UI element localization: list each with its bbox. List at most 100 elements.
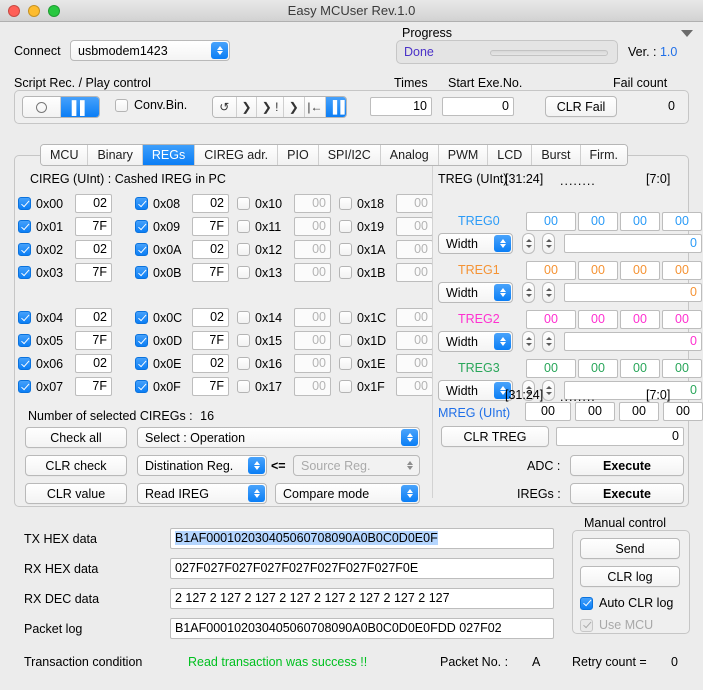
cireg-value-input-0x03[interactable]: 7F xyxy=(75,263,112,282)
treg-width-select-treg1[interactable]: Width xyxy=(438,282,513,303)
playback-segmented-control[interactable]: ↺ ❯ ❯ ! ❯ |← ▐▐ xyxy=(212,96,347,118)
window-controls[interactable] xyxy=(8,4,60,17)
cireg-checkbox-0x11[interactable] xyxy=(237,220,250,233)
cireg-checkbox-0x1C[interactable] xyxy=(339,311,352,324)
data-field-input-0[interactable]: B1AF000102030405060708090A0B0C0D0E0F xyxy=(170,528,554,549)
cireg-checkbox-0x0E[interactable] xyxy=(135,357,148,370)
serial-port-select[interactable]: usbmodem1423 xyxy=(70,40,230,61)
clr-check-button[interactable]: CLR check xyxy=(25,455,127,476)
treg-byte-treg0-2[interactable]: 00 xyxy=(620,212,660,231)
cireg-value-input-0x04[interactable]: 02 xyxy=(75,308,112,327)
cireg-value-input-0x12[interactable]: 00 xyxy=(294,240,331,259)
rewind-button[interactable]: |← xyxy=(304,97,327,117)
mreg-byte-0[interactable]: 00 xyxy=(525,402,571,421)
treg-byte-treg2-2[interactable]: 00 xyxy=(620,310,660,329)
treg-byte-treg0-0[interactable]: 00 xyxy=(526,212,576,231)
cireg-checkbox-0x06[interactable] xyxy=(18,357,31,370)
cireg-value-input-0x13[interactable]: 00 xyxy=(294,263,331,282)
operation-select[interactable]: Select : Operation xyxy=(137,427,420,448)
cireg-value-input-0x01[interactable]: 7F xyxy=(75,217,112,236)
tab-firm[interactable]: Firm. xyxy=(580,145,627,165)
treg-byte-treg2-1[interactable]: 00 xyxy=(578,310,618,329)
treg-stepper-treg3-1[interactable] xyxy=(542,380,555,401)
tab-mcu[interactable]: MCU xyxy=(41,145,89,165)
close-button[interactable] xyxy=(8,4,20,17)
send-button[interactable]: Send xyxy=(580,538,680,559)
cireg-value-input-0x1E[interactable]: 00 xyxy=(396,354,433,373)
cireg-checkbox-0x1B[interactable] xyxy=(339,266,352,279)
treg-byte-treg1-3[interactable]: 00 xyxy=(662,261,702,280)
cireg-value-input-0x09[interactable]: 7F xyxy=(192,217,229,236)
cireg-value-input-0x05[interactable]: 7F xyxy=(75,331,112,350)
tab-regs[interactable]: REGs xyxy=(142,145,196,165)
treg-width-select-treg3[interactable]: Width xyxy=(438,380,513,401)
cireg-checkbox-0x13[interactable] xyxy=(237,266,250,279)
loop-button[interactable]: ↺ xyxy=(213,97,237,117)
record-segmented-control[interactable]: ▌▌ xyxy=(22,96,100,118)
tab-binary[interactable]: Binary xyxy=(88,145,143,165)
cireg-value-input-0x15[interactable]: 00 xyxy=(294,331,331,350)
cireg-value-input-0x1A[interactable]: 00 xyxy=(396,240,433,259)
mreg-byte-1[interactable]: 00 xyxy=(575,402,615,421)
cireg-checkbox-0x1F[interactable] xyxy=(339,380,352,393)
cireg-value-input-0x14[interactable]: 00 xyxy=(294,308,331,327)
cireg-value-input-0x0B[interactable]: 7F xyxy=(192,263,229,282)
cireg-checkbox-0x14[interactable] xyxy=(237,311,250,324)
cireg-checkbox-0x1E[interactable] xyxy=(339,357,352,370)
cireg-checkbox-0x03[interactable] xyxy=(18,266,31,279)
treg-byte-treg3-3[interactable]: 00 xyxy=(662,359,702,378)
cireg-checkbox-0x10[interactable] xyxy=(237,197,250,210)
treg-stepper-treg2-0[interactable] xyxy=(522,331,535,352)
conv-bin-checkbox-row[interactable]: Conv.Bin. xyxy=(115,98,187,112)
play-button[interactable]: ❯ xyxy=(283,97,305,117)
data-field-input-2[interactable]: 2 127 2 127 2 127 2 127 2 127 2 127 2 12… xyxy=(170,588,554,609)
tab-spi-i2c[interactable]: SPI/I2C xyxy=(318,145,381,165)
treg-byte-treg3-0[interactable]: 00 xyxy=(526,359,576,378)
cireg-checkbox-0x1D[interactable] xyxy=(339,334,352,347)
tab-analog[interactable]: Analog xyxy=(380,145,439,165)
cireg-checkbox-0x0B[interactable] xyxy=(135,266,148,279)
cireg-checkbox-0x0C[interactable] xyxy=(135,311,148,324)
pause-button[interactable]: ▐▐ xyxy=(326,97,346,117)
treg-byte-treg2-3[interactable]: 00 xyxy=(662,310,702,329)
cireg-value-input-0x0C[interactable]: 02 xyxy=(192,308,229,327)
clr-value-button[interactable]: CLR value xyxy=(25,483,127,504)
data-field-input-1[interactable]: 027F027F027F027F027F027F027F027F0E xyxy=(170,558,554,579)
cireg-checkbox-0x17[interactable] xyxy=(237,380,250,393)
treg-stepper-treg1-1[interactable] xyxy=(542,282,555,303)
treg-stepper-treg1-0[interactable] xyxy=(522,282,535,303)
cireg-value-input-0x0F[interactable]: 7F xyxy=(192,377,229,396)
destination-reg-select[interactable]: Distination Reg. xyxy=(137,455,267,476)
treg-stepper-treg0-1[interactable] xyxy=(542,233,555,254)
treg-byte-treg3-1[interactable]: 00 xyxy=(578,359,618,378)
zoom-button[interactable] xyxy=(48,4,60,17)
mreg-decimal-field[interactable]: 0 xyxy=(556,427,684,446)
conv-bin-checkbox[interactable] xyxy=(115,98,128,112)
start-exe-input[interactable]: 0 xyxy=(442,97,514,116)
treg-width-select-treg0[interactable]: Width xyxy=(438,233,513,254)
auto-clr-log-row[interactable]: Auto CLR log xyxy=(580,596,673,610)
cireg-value-input-0x17[interactable]: 00 xyxy=(294,377,331,396)
treg-stepper-treg0-0[interactable] xyxy=(522,233,535,254)
clr-log-button[interactable]: CLR log xyxy=(580,566,680,587)
cireg-value-input-0x02[interactable]: 02 xyxy=(75,240,112,259)
cireg-value-input-0x0A[interactable]: 02 xyxy=(192,240,229,259)
cireg-checkbox-0x0F[interactable] xyxy=(135,380,148,393)
data-field-input-3[interactable]: B1AF000102030405060708090A0B0C0D0E0FDD 0… xyxy=(170,618,554,639)
step-button[interactable]: ❯ xyxy=(236,97,258,117)
cireg-value-input-0x07[interactable]: 7F xyxy=(75,377,112,396)
auto-clr-log-checkbox[interactable] xyxy=(580,596,593,610)
pause-record-button[interactable]: ▌▌ xyxy=(61,97,99,117)
adc-execute-button[interactable]: Execute xyxy=(570,455,684,476)
treg-decimal-treg2[interactable]: 0 xyxy=(564,332,702,351)
cireg-checkbox-0x07[interactable] xyxy=(18,380,31,393)
cireg-value-input-0x0E[interactable]: 02 xyxy=(192,354,229,373)
main-tab-bar[interactable]: MCU Binary REGs CIREG adr. PIO SPI/I2C Analog P… xyxy=(40,144,628,166)
disclosure-triangle-icon[interactable] xyxy=(681,30,693,37)
treg-byte-treg3-2[interactable]: 00 xyxy=(620,359,660,378)
treg-byte-treg0-3[interactable]: 00 xyxy=(662,212,702,231)
tab-burst[interactable]: Burst xyxy=(532,145,581,165)
cireg-checkbox-0x0A[interactable] xyxy=(135,243,148,256)
compare-mode-select[interactable]: Compare mode xyxy=(275,483,420,504)
cireg-value-input-0x18[interactable]: 00 xyxy=(396,194,433,213)
